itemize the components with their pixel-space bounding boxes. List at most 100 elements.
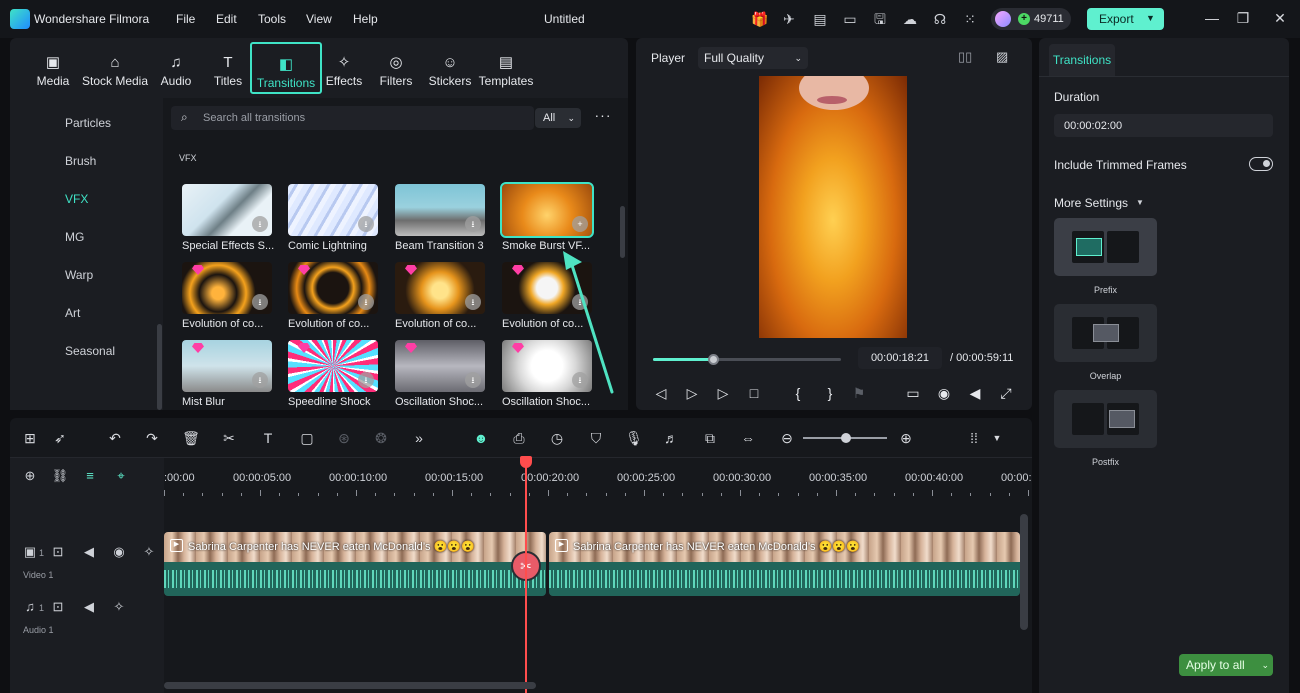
crop-icon[interactable]: ▢ bbox=[297, 428, 317, 448]
transition-thumbnail[interactable]: ⭳ bbox=[288, 262, 378, 314]
compare-view-icon[interactable]: ▯▯ bbox=[958, 49, 972, 65]
mode-overlap[interactable] bbox=[1054, 304, 1157, 362]
progress-handle[interactable] bbox=[708, 354, 720, 365]
display-icon[interactable]: ▭ bbox=[904, 384, 922, 402]
lock-icon[interactable]: ⊡ bbox=[49, 544, 67, 560]
gift-icon[interactable]: 🎁 bbox=[751, 10, 769, 28]
menu-file[interactable]: File bbox=[176, 12, 195, 26]
layout-icon[interactable]: ▭ bbox=[841, 10, 859, 28]
tab-stickers[interactable]: ☺ Stickers bbox=[426, 42, 474, 94]
transition-thumbnail[interactable]: ⭳ bbox=[288, 340, 378, 392]
library-scrollbar[interactable] bbox=[620, 206, 625, 258]
speed-icon[interactable]: ◷ bbox=[547, 428, 567, 448]
mode-prefix[interactable] bbox=[1054, 218, 1157, 276]
image-snapshot-icon[interactable]: ▨ bbox=[996, 49, 1008, 65]
quality-dropdown[interactable]: Full Quality ⌄ bbox=[698, 47, 808, 69]
sidebar-scrollbar[interactable] bbox=[157, 324, 162, 410]
search-input[interactable] bbox=[203, 109, 523, 127]
download-icon[interactable]: ⭳ bbox=[572, 294, 588, 310]
save-icon[interactable]: 🖫 bbox=[871, 10, 889, 28]
fit-timeline-icon[interactable]: ⇔ bbox=[738, 428, 758, 448]
video-clip[interactable]: ▶ Sabrina Carpenter has NEVER eaten McDo… bbox=[549, 532, 1020, 596]
time-ruler[interactable]: :00:00 00:00:05:00 00:00:10:00 00:00:15:… bbox=[164, 458, 1032, 496]
more-options-icon[interactable]: ··· bbox=[593, 108, 613, 128]
download-icon[interactable]: ⭳ bbox=[465, 372, 481, 388]
ai-enhance-icon[interactable]: ✧ bbox=[140, 544, 158, 560]
tab-media[interactable]: ▣ Media bbox=[30, 42, 76, 94]
transition-thumbnail[interactable]: ⭳ bbox=[288, 184, 378, 236]
download-icon[interactable]: ⭳ bbox=[572, 372, 588, 388]
volume-icon[interactable]: ◀ bbox=[966, 384, 984, 402]
sidebar-item-vfx[interactable]: VFX bbox=[65, 192, 88, 206]
mark-out-icon[interactable]: } bbox=[821, 384, 839, 402]
sidebar-item-seasonal[interactable]: Seasonal bbox=[65, 344, 115, 358]
tab-audio[interactable]: ♫ Audio bbox=[156, 42, 196, 94]
layout-grid-icon[interactable]: ⊞ bbox=[20, 428, 40, 448]
track-manager-icon[interactable]: ≡ bbox=[81, 468, 99, 483]
apps-grid-icon[interactable]: ⁙ bbox=[961, 10, 979, 28]
add-track-icon[interactable]: ⊕ bbox=[21, 468, 39, 484]
mute-icon[interactable]: ◀ bbox=[80, 544, 98, 560]
timeline-vertical-scrollbar[interactable] bbox=[1020, 514, 1028, 630]
next-frame-icon[interactable]: ▷ bbox=[683, 384, 701, 402]
menu-view[interactable]: View bbox=[306, 12, 332, 26]
close-icon[interactable]: ✕ bbox=[1272, 10, 1288, 26]
send-icon[interactable]: ✈ bbox=[780, 10, 798, 28]
tab-transitions[interactable]: ◧ Transitions bbox=[250, 42, 322, 94]
more-tools-icon[interactable]: » bbox=[409, 428, 429, 448]
download-icon[interactable]: ⭳ bbox=[465, 216, 481, 232]
transition-thumbnail-selected[interactable]: + bbox=[500, 182, 594, 238]
transition-thumbnail[interactable]: ⭳ bbox=[182, 340, 272, 392]
fullscreen-icon[interactable]: ⤢ bbox=[997, 384, 1015, 402]
tab-effects[interactable]: ✧ Effects bbox=[322, 42, 366, 94]
transition-thumbnail[interactable]: ⭳ bbox=[182, 184, 272, 236]
zoom-out-icon[interactable]: ⊖ bbox=[777, 428, 797, 448]
download-icon[interactable]: ⭳ bbox=[358, 372, 374, 388]
apply-to-all-button[interactable]: Apply to all ⌄ bbox=[1179, 654, 1273, 676]
sidebar-item-particles[interactable]: Particles bbox=[65, 116, 111, 130]
sidebar-item-brush[interactable]: Brush bbox=[65, 154, 96, 168]
mode-postfix[interactable] bbox=[1054, 390, 1157, 448]
mark-in-icon[interactable]: { bbox=[789, 384, 807, 402]
download-icon[interactable]: ⭳ bbox=[252, 294, 268, 310]
transition-thumbnail[interactable]: ⭳ bbox=[182, 262, 272, 314]
tab-transitions-properties[interactable]: Transitions bbox=[1049, 44, 1115, 76]
minimize-icon[interactable]: — bbox=[1204, 10, 1220, 26]
tab-stock-media[interactable]: ⌂ Stock Media bbox=[80, 42, 150, 94]
sidebar-item-art[interactable]: Art bbox=[65, 306, 80, 320]
chevron-down-icon[interactable]: ▼ bbox=[1143, 11, 1158, 26]
current-time[interactable]: 00:00:18:21 bbox=[858, 347, 942, 369]
render-preview-icon[interactable]: ⧉ bbox=[700, 428, 720, 448]
zoom-in-icon[interactable]: ⊕ bbox=[896, 428, 916, 448]
video-clip[interactable]: ▶ Sabrina Carpenter has NEVER eaten McDo… bbox=[164, 532, 546, 596]
playhead[interactable] bbox=[525, 458, 527, 693]
download-icon[interactable]: ⭳ bbox=[252, 216, 268, 232]
transition-thumbnail[interactable]: ⭳ bbox=[395, 340, 485, 392]
timeline-horizontal-scrollbar[interactable] bbox=[164, 682, 536, 689]
filter-dropdown[interactable]: All ⌄ bbox=[535, 108, 581, 128]
chevron-down-icon[interactable]: ⌄ bbox=[1261, 654, 1269, 676]
cut-icon[interactable]: ✂ bbox=[219, 428, 239, 448]
eye-icon[interactable]: ◉ bbox=[110, 544, 128, 560]
delete-icon[interactable]: 🗑 bbox=[181, 428, 201, 448]
ai-enhance-icon[interactable]: ✧ bbox=[110, 599, 128, 615]
transition-thumbnail[interactable]: ⭳ bbox=[502, 262, 592, 314]
download-icon[interactable]: ⭳ bbox=[358, 216, 374, 232]
cloud-upload-icon[interactable]: ☁ bbox=[901, 10, 919, 28]
snap-icon[interactable]: ⌖ bbox=[112, 468, 130, 484]
feedback-icon[interactable]: ▤ bbox=[811, 10, 829, 28]
download-icon[interactable]: ⭳ bbox=[358, 294, 374, 310]
sidebar-item-warp[interactable]: Warp bbox=[65, 268, 93, 282]
marker-icon[interactable]: ⚑ bbox=[850, 384, 868, 402]
redo-icon[interactable]: ↷ bbox=[142, 428, 162, 448]
video-preview[interactable] bbox=[759, 76, 907, 338]
restore-icon[interactable]: ❐ bbox=[1235, 10, 1251, 26]
select-tool-icon[interactable]: ➶ bbox=[50, 428, 70, 448]
search-bar[interactable]: ⌕ bbox=[171, 106, 534, 130]
include-trimmed-toggle[interactable] bbox=[1249, 157, 1273, 171]
chevron-down-icon[interactable]: ▼ bbox=[987, 428, 1007, 448]
stop-icon[interactable]: □ bbox=[745, 384, 763, 402]
add-icon[interactable]: + bbox=[572, 216, 588, 232]
ai-tool-icon[interactable]: ⊛ bbox=[334, 428, 354, 448]
audio-mixer-icon[interactable]: ♬ bbox=[661, 428, 681, 448]
